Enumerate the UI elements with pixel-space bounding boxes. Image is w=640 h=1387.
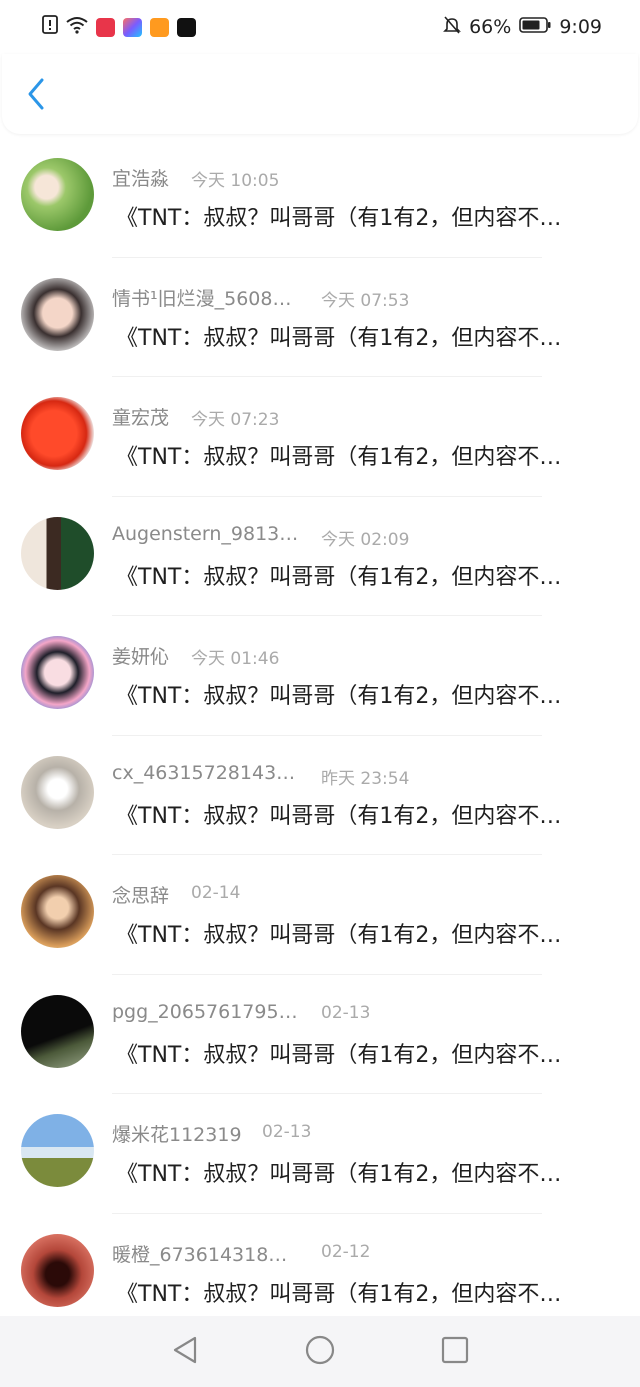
list-item[interactable]: cx_46315728143… 昨天 23:54 《TNT：叔叔？叫哥哥（有1有… bbox=[0, 736, 640, 855]
chevron-left-icon bbox=[26, 77, 46, 115]
home-circle-icon[interactable] bbox=[305, 1335, 335, 1369]
message-time: 02-12 bbox=[321, 1241, 371, 1262]
message-preview: 《TNT：叔叔？叫哥哥（有1有2，但内容不… bbox=[116, 1162, 562, 1187]
message-time: 02-13 bbox=[321, 1002, 371, 1023]
avatar[interactable] bbox=[21, 636, 94, 709]
status-bar: 66% 9:09 bbox=[0, 0, 640, 54]
alert-icon bbox=[42, 15, 58, 39]
message-preview: 《TNT：叔叔？叫哥哥（有1有2，但内容不… bbox=[116, 445, 562, 470]
sender-name: 爆米花112319 bbox=[112, 1124, 242, 1146]
message-preview: 《TNT：叔叔？叫哥哥（有1有2，但内容不… bbox=[116, 325, 562, 351]
message-preview: 《TNT：叔叔？叫哥哥（有1有2，但内容不… bbox=[116, 923, 562, 948]
message-time: 今天 10:05 bbox=[191, 171, 280, 191]
message-preview: 《TNT：叔叔？叫哥哥（有1有2，但内容不… bbox=[116, 206, 562, 231]
sender-name: 童宏茂 bbox=[112, 407, 170, 429]
list-item[interactable]: 情书¹旧烂漫_5608… 今天 07:53 《TNT：叔叔？叫哥哥（有1有2，但… bbox=[0, 258, 640, 377]
back-button[interactable] bbox=[20, 76, 52, 116]
wifi-icon bbox=[66, 16, 88, 39]
message-preview: 《TNT：叔叔？叫哥哥（有1有2，但内容不… bbox=[116, 1281, 562, 1307]
message-list[interactable]: 宜浩淼 今天 10:05 《TNT：叔叔？叫哥哥（有1有2，但内容不… 情书¹旧… bbox=[0, 138, 640, 1316]
sender-name: 暖橙_673614318… bbox=[112, 1243, 288, 1266]
bell-muted-icon bbox=[443, 15, 462, 40]
avatar[interactable] bbox=[21, 1114, 94, 1187]
message-preview: 《TNT：叔叔？叫哥哥（有1有2，但内容不… bbox=[116, 803, 562, 829]
list-item[interactable]: 暖橙_673614318… 02-12 《TNT：叔叔？叫哥哥（有1有2，但内容… bbox=[0, 1214, 640, 1317]
sender-name: Augenstern_9813… bbox=[112, 522, 299, 545]
avatar[interactable] bbox=[21, 1233, 94, 1307]
system-nav-bar bbox=[0, 1316, 640, 1387]
list-item[interactable]: 宜浩淼 今天 10:05 《TNT：叔叔？叫哥哥（有1有2，但内容不… bbox=[0, 138, 640, 258]
message-time: 今天 07:23 bbox=[191, 410, 280, 430]
list-item[interactable]: 姜妍伈 今天 01:46 《TNT：叔叔？叫哥哥（有1有2，但内容不… bbox=[0, 616, 640, 736]
avatar[interactable] bbox=[21, 277, 94, 351]
tiktok-icon bbox=[177, 17, 196, 37]
back-triangle-icon[interactable] bbox=[171, 1335, 199, 1369]
sender-name: 情书¹旧烂漫_5608… bbox=[112, 287, 292, 310]
message-time: 昨天 23:54 bbox=[321, 768, 410, 789]
status-right: 66% 9:09 bbox=[443, 15, 602, 40]
message-time: 02-14 bbox=[191, 883, 241, 903]
red-app-icon bbox=[96, 17, 115, 37]
header-bar bbox=[2, 54, 638, 134]
sender-name: pgg_2065761795… bbox=[112, 1000, 298, 1023]
message-time: 今天 07:53 bbox=[321, 290, 410, 311]
clock: 9:09 bbox=[559, 16, 602, 38]
message-preview: 《TNT：叔叔？叫哥哥（有1有2，但内容不… bbox=[116, 684, 562, 709]
avatar[interactable] bbox=[21, 875, 94, 948]
list-item[interactable]: 童宏茂 今天 07:23 《TNT：叔叔？叫哥哥（有1有2，但内容不… bbox=[0, 377, 640, 497]
avatar[interactable] bbox=[21, 516, 94, 590]
sender-name: 宜浩淼 bbox=[112, 168, 170, 190]
avatar[interactable] bbox=[21, 755, 94, 829]
message-time: 今天 01:46 bbox=[191, 649, 280, 669]
list-item[interactable]: 念思辞 02-14 《TNT：叔叔？叫哥哥（有1有2，但内容不… bbox=[0, 855, 640, 975]
sender-name: cx_46315728143… bbox=[112, 761, 296, 784]
play-app-icon bbox=[150, 17, 169, 37]
list-item[interactable]: Augenstern_9813… 今天 02:09 《TNT：叔叔？叫哥哥（有1… bbox=[0, 497, 640, 616]
list-item[interactable]: 爆米花112319 02-13 《TNT：叔叔？叫哥哥（有1有2，但内容不… bbox=[0, 1094, 640, 1214]
sender-name: 姜妍伈 bbox=[112, 646, 170, 668]
avatar[interactable] bbox=[21, 994, 94, 1068]
message-preview: 《TNT：叔叔？叫哥哥（有1有2，但内容不… bbox=[116, 564, 562, 590]
sender-name: 念思辞 bbox=[112, 885, 170, 907]
status-left bbox=[42, 15, 196, 39]
battery-icon bbox=[519, 16, 551, 38]
list-item[interactable]: pgg_2065761795… 02-13 《TNT：叔叔？叫哥哥（有1有2，但… bbox=[0, 975, 640, 1094]
puzzle-app-icon bbox=[123, 17, 142, 37]
message-time: 02-13 bbox=[262, 1122, 312, 1142]
message-time: 今天 02:09 bbox=[321, 529, 410, 550]
recents-square-icon[interactable] bbox=[441, 1336, 469, 1368]
avatar[interactable] bbox=[21, 397, 94, 470]
message-preview: 《TNT：叔叔？叫哥哥（有1有2，但内容不… bbox=[116, 1042, 562, 1068]
battery-percent: 66% bbox=[469, 16, 512, 38]
avatar[interactable] bbox=[21, 158, 94, 231]
